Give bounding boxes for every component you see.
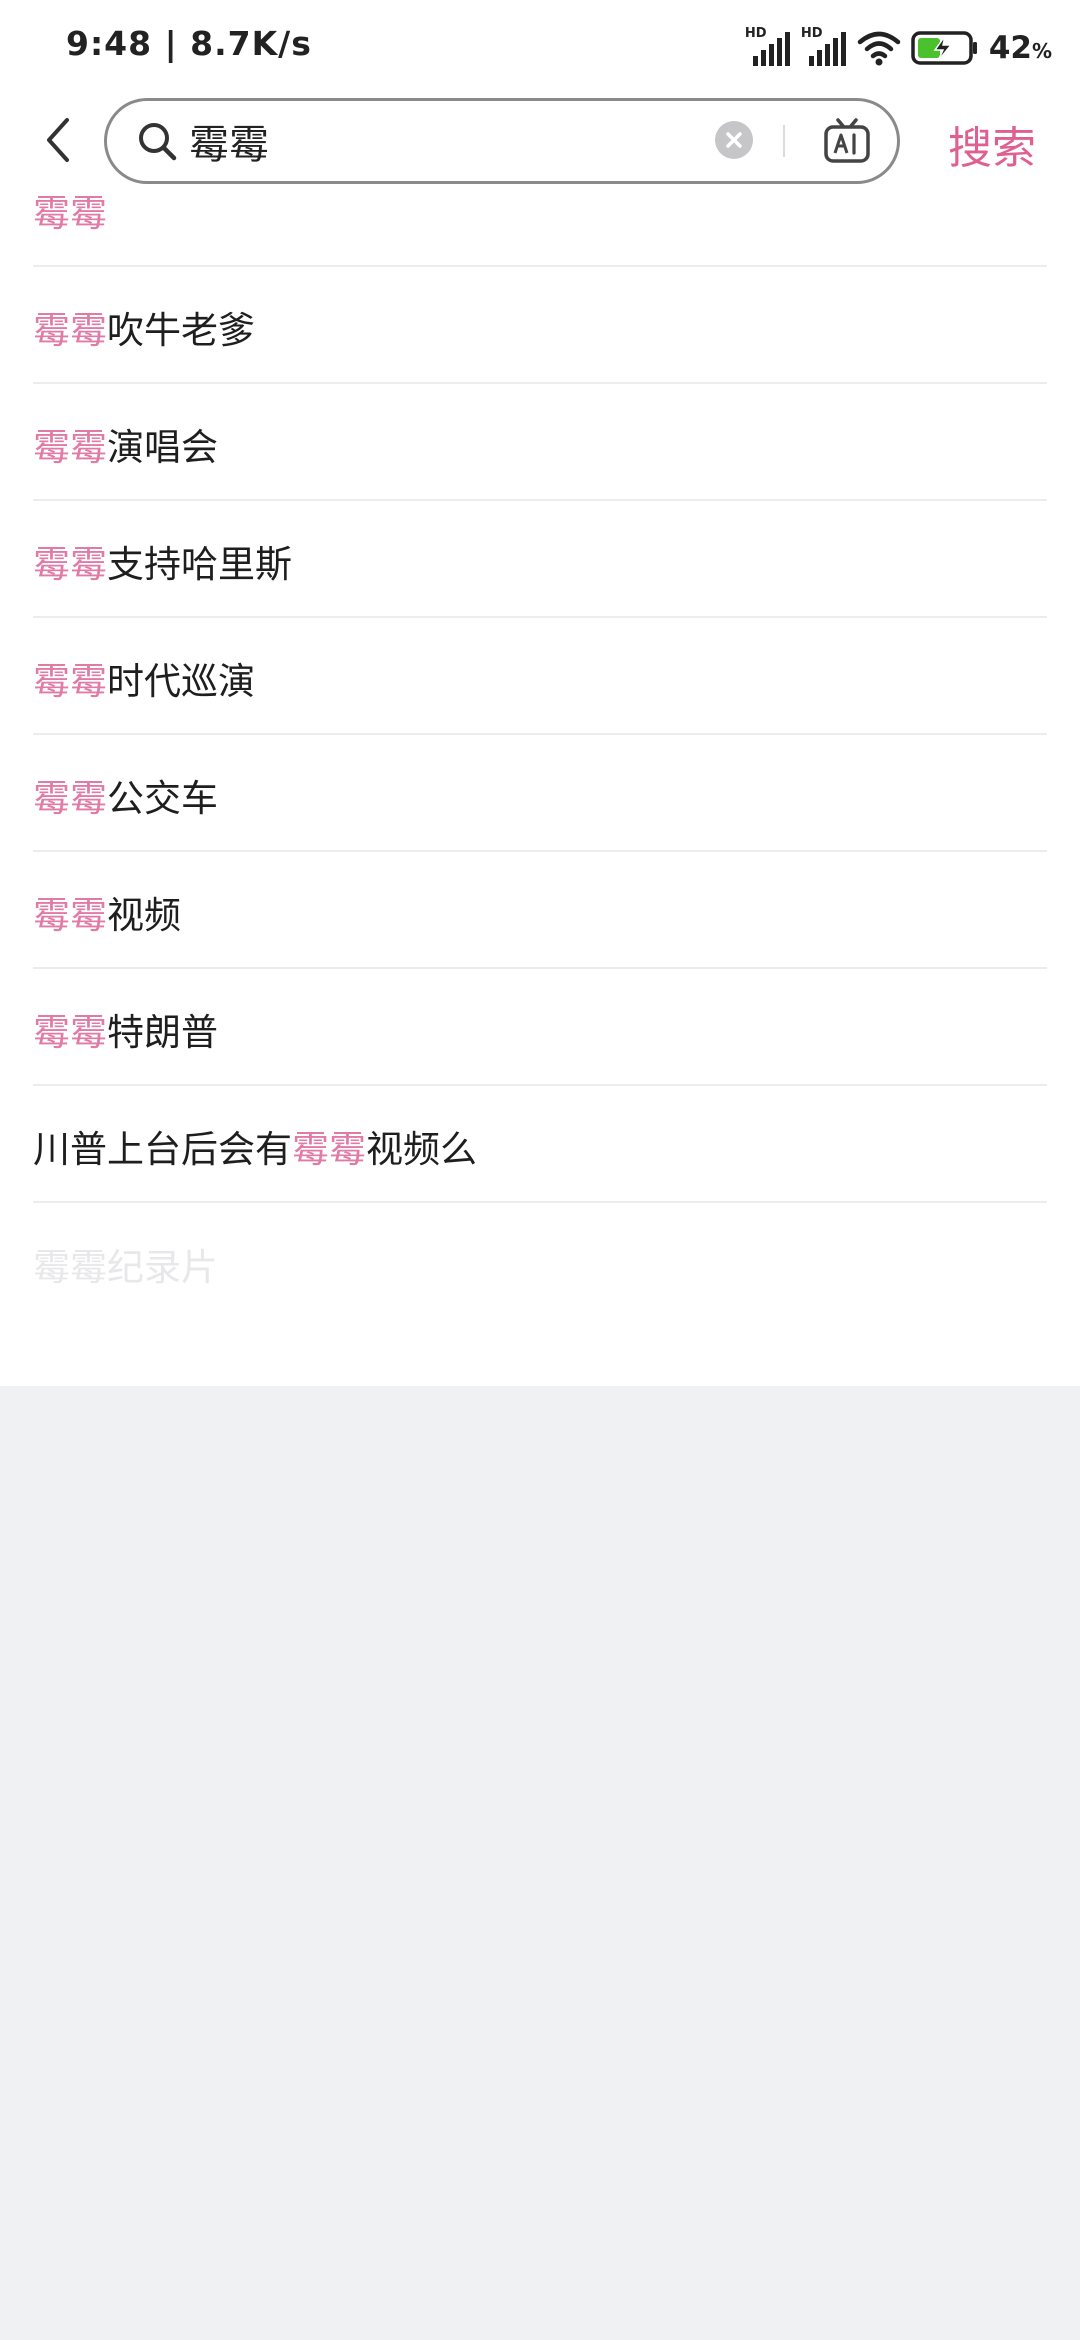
suggestion-text: 公交车 bbox=[107, 776, 218, 820]
suggestion-text: 纪录片 bbox=[107, 1245, 218, 1289]
battery-icon bbox=[911, 31, 977, 65]
suggestion-item[interactable]: 霉霉 视频 bbox=[33, 852, 1047, 969]
suggestion-item[interactable]: 川普上台后会有 霉霉 视频么 bbox=[33, 1086, 1047, 1203]
suggestion-text: 视频 bbox=[107, 893, 181, 937]
suggestion-item[interactable]: 霉霉 公交车 bbox=[33, 735, 1047, 852]
suggestion-text: 特朗普 bbox=[107, 1010, 218, 1054]
suggestion-highlight: 霉霉 bbox=[33, 1010, 107, 1054]
suggestion-highlight: 霉霉 bbox=[33, 542, 107, 586]
sim1-hd-label: HD bbox=[744, 26, 767, 41]
signal-icon: HD bbox=[745, 26, 791, 70]
suggestion-text: 川普上台后会有 bbox=[33, 1127, 292, 1171]
suggestion-item[interactable]: 霉霉 吹牛老爹 bbox=[33, 267, 1047, 384]
suggestion-highlight: 霉霉 bbox=[33, 776, 107, 820]
status-bar: 9:48 | 8.7K/s HD HD 42% bbox=[0, 0, 1080, 92]
suggestion-text: 吹牛老爹 bbox=[107, 308, 255, 352]
suggestion-list: 霉霉 霉霉 吹牛老爹 霉霉 演唱会 霉霉 支持哈里斯 霉霉 时代巡演 霉霉 公交车 霉霉 视频 霉霉 特朗普… bbox=[33, 150, 1047, 1320]
suggestion-highlight: 霉霉 bbox=[33, 893, 107, 937]
suggestion-highlight: 霉霉 bbox=[33, 1245, 107, 1289]
battery-percent: 42% bbox=[988, 30, 1052, 66]
suggestion-highlight: 霉霉 bbox=[33, 308, 107, 352]
suggestion-item[interactable]: 霉霉 bbox=[33, 150, 1047, 267]
suggestion-highlight: 霉霉 bbox=[33, 191, 107, 235]
suggestion-highlight: 霉霉 bbox=[292, 1127, 366, 1171]
suggestion-text: 时代巡演 bbox=[107, 659, 255, 703]
suggestion-item[interactable]: 霉霉 纪录片 bbox=[33, 1203, 1047, 1320]
suggestion-item[interactable]: 霉霉 特朗普 bbox=[33, 969, 1047, 1086]
suggestion-text: 视频么 bbox=[366, 1127, 477, 1171]
suggestion-item[interactable]: 霉霉 演唱会 bbox=[33, 384, 1047, 501]
suggestion-text: 支持哈里斯 bbox=[107, 542, 292, 586]
suggestion-highlight: 霉霉 bbox=[33, 659, 107, 703]
suggestion-item[interactable]: 霉霉 时代巡演 bbox=[33, 618, 1047, 735]
suggestion-text: 演唱会 bbox=[107, 425, 218, 469]
suggestion-item[interactable]: 霉霉 支持哈里斯 bbox=[33, 501, 1047, 618]
wifi-icon bbox=[857, 31, 901, 66]
content-area: 9:48 | 8.7K/s HD HD 42% 霉霉 搜索 霉霉 霉霉 吹牛老爹… bbox=[0, 0, 1080, 1386]
sim2-hd-label: HD bbox=[800, 26, 823, 41]
status-icons: HD HD 42% bbox=[745, 26, 1052, 70]
signal-icon: HD bbox=[801, 26, 847, 70]
suggestion-highlight: 霉霉 bbox=[33, 425, 107, 469]
status-time-speed: 9:48 | 8.7K/s bbox=[66, 24, 312, 63]
